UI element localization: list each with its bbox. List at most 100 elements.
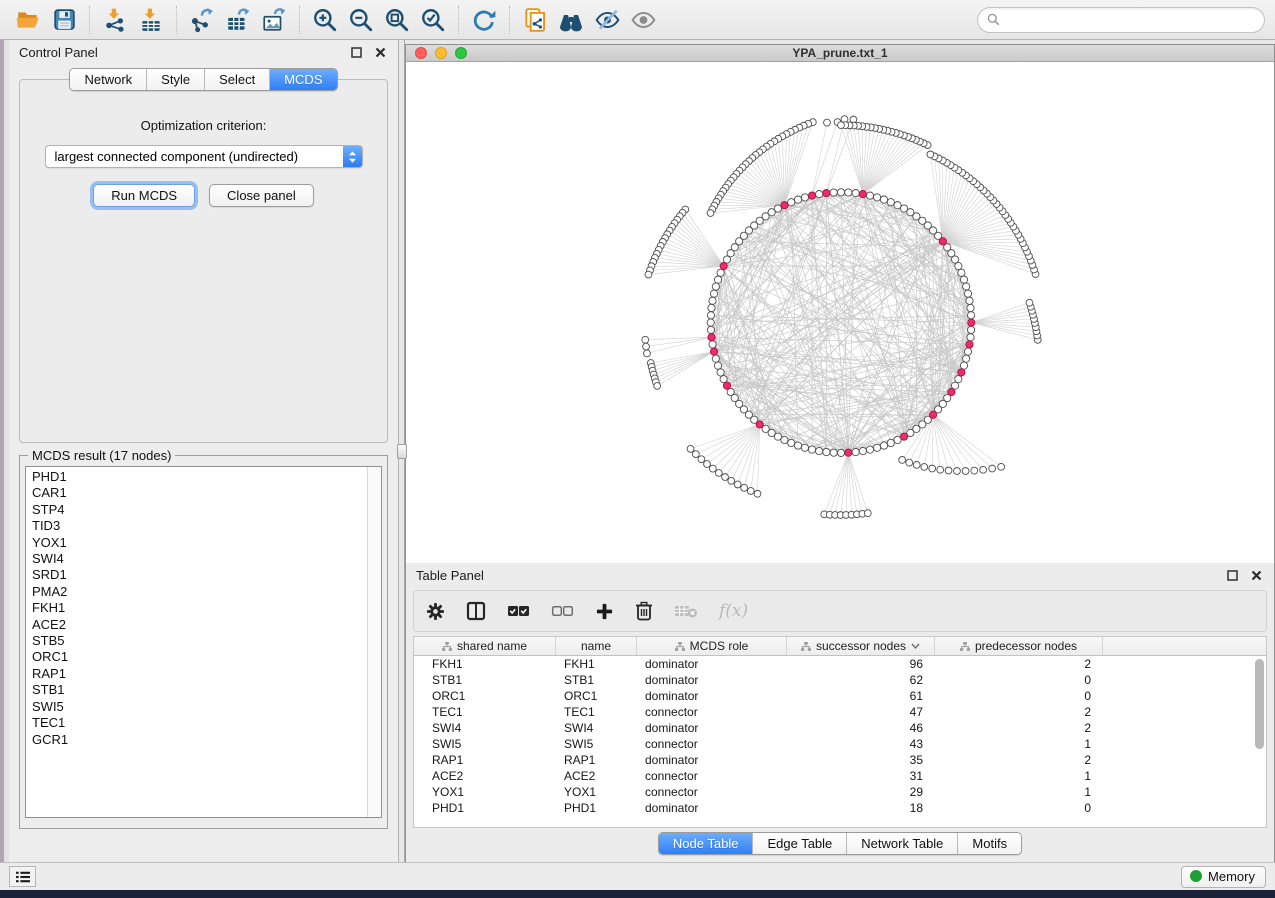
close-panel-button[interactable]: Close panel [209, 184, 314, 207]
zoom-out-button[interactable] [344, 4, 378, 36]
cell-shared_name: FKH1 [414, 656, 556, 672]
table-row[interactable]: PHD1PHD1dominator180 [414, 800, 1266, 816]
mcds-result-item[interactable]: PHD1 [32, 469, 361, 485]
tab-network-table[interactable]: Network Table [846, 833, 957, 854]
import-table-icon [138, 7, 164, 33]
tab-select[interactable]: Select [204, 69, 269, 90]
control-panel-title: Control Panel [19, 45, 98, 60]
deselect-all-rows-button[interactable] [551, 604, 574, 619]
search-field[interactable] [977, 7, 1265, 33]
table-scrollbar-thumb[interactable] [1255, 659, 1264, 749]
column-namespace-icon [960, 642, 970, 651]
mcds-result-item[interactable]: SWI5 [32, 699, 361, 715]
vertical-splitter[interactable] [398, 40, 405, 862]
save-session-button[interactable] [47, 4, 81, 36]
mcds-result-listbox: PHD1CAR1STP4TID3YOX1SWI4SRD1PMA2FKH1ACE2… [25, 466, 382, 818]
column-header-successors[interactable]: successor nodes [787, 637, 935, 655]
tab-node-table[interactable]: Node Table [659, 833, 753, 854]
split-table-button[interactable] [466, 601, 486, 621]
network-graph[interactable] [406, 62, 1274, 563]
close-panel-icon[interactable] [372, 46, 388, 60]
cell-shared_name: SWI4 [414, 720, 556, 736]
mcds-result-item[interactable]: ACE2 [32, 617, 361, 633]
refresh-view-button[interactable] [467, 4, 501, 36]
table-row[interactable]: SWI5SWI5connector431 [414, 736, 1266, 752]
float-panel-icon[interactable] [348, 46, 364, 60]
tab-style[interactable]: Style [146, 69, 204, 90]
table-row[interactable]: YOX1YOX1connector291 [414, 784, 1266, 800]
mcds-result-item[interactable]: STB5 [32, 633, 361, 649]
table-row[interactable]: SWI4SWI4dominator462 [414, 720, 1266, 736]
mcds-result-item[interactable]: SWI4 [32, 551, 361, 567]
select-all-rows-button[interactable] [507, 604, 530, 619]
zoom-fit-button[interactable] [380, 4, 414, 36]
mcds-result-item[interactable]: STP4 [32, 502, 361, 518]
cell-name: SWI5 [556, 736, 637, 752]
toolbar-separator [89, 6, 90, 34]
table-row[interactable]: FKH1FKH1dominator962 [414, 656, 1266, 672]
close-panel-icon[interactable] [1248, 569, 1264, 583]
table-row[interactable]: TEC1TEC1connector472 [414, 704, 1266, 720]
mcds-result-item[interactable]: GCR1 [32, 732, 361, 748]
sort-descending-icon [911, 643, 920, 649]
table-panel: Table Panel [405, 563, 1275, 862]
export-table-button[interactable] [221, 4, 255, 36]
network-window-titlebar[interactable]: YPA_prune.txt_1 [406, 45, 1274, 62]
mcds-result-item[interactable]: TEC1 [32, 715, 361, 731]
task-history-button[interactable] [9, 866, 36, 887]
table-row[interactable]: ORC1ORC1dominator610 [414, 688, 1266, 704]
mcds-result-item[interactable]: ORC1 [32, 649, 361, 665]
tab-mcds[interactable]: MCDS [269, 69, 336, 90]
open-session-button[interactable] [11, 4, 45, 36]
cell-name: STB1 [556, 672, 637, 688]
table-row[interactable]: ACE2ACE2connector311 [414, 768, 1266, 784]
cell-shared_name: YOX1 [414, 784, 556, 800]
cell-successors: 61 [787, 688, 935, 704]
column-header-shared_name[interactable]: shared name [414, 637, 556, 655]
column-label: shared name [457, 639, 527, 653]
cell-role: dominator [637, 720, 787, 736]
tab-edge-table[interactable]: Edge Table [752, 833, 846, 854]
splitter-handle-icon[interactable] [397, 444, 407, 459]
clone-network-button[interactable] [518, 4, 552, 36]
show-hidden-button[interactable] [626, 4, 660, 36]
export-network-button[interactable] [185, 4, 219, 36]
mcds-result-item[interactable]: PMA2 [32, 584, 361, 600]
table-options-gear-button[interactable] [426, 602, 445, 621]
tab-motifs[interactable]: Motifs [957, 833, 1021, 854]
mcds-result-item[interactable]: TID3 [32, 518, 361, 534]
column-header-role[interactable]: MCDS role [637, 637, 787, 655]
network-canvas[interactable] [406, 62, 1274, 563]
hide-selected-button[interactable] [590, 4, 624, 36]
mcds-list-scrollbar[interactable] [367, 467, 381, 817]
zoom-selected-button[interactable] [416, 4, 450, 36]
column-header-name[interactable]: name [556, 637, 637, 655]
column-label: predecessor nodes [975, 639, 1077, 653]
mcds-result-item[interactable]: CAR1 [32, 485, 361, 501]
tab-network[interactable]: Network [70, 69, 146, 90]
show-all-button[interactable] [554, 4, 588, 36]
memory-button[interactable]: Memory [1181, 866, 1266, 888]
table-row[interactable]: RAP1RAP1dominator352 [414, 752, 1266, 768]
cell-name: SWI4 [556, 720, 637, 736]
mcds-result-item[interactable]: FKH1 [32, 600, 361, 616]
delete-column-button[interactable] [635, 601, 653, 621]
zoom-in-button[interactable] [308, 4, 342, 36]
column-header-predecessors[interactable]: predecessor nodes [935, 637, 1103, 655]
import-table-button[interactable] [134, 4, 168, 36]
mcds-result-item[interactable]: YOX1 [32, 535, 361, 551]
import-network-button[interactable] [98, 4, 132, 36]
mcds-result-item[interactable]: STB1 [32, 682, 361, 698]
export-image-icon [261, 7, 287, 33]
add-column-button[interactable] [595, 602, 614, 621]
cell-shared_name: RAP1 [414, 752, 556, 768]
run-mcds-button[interactable]: Run MCDS [93, 184, 195, 207]
criterion-dropdown[interactable]: largest connected component (undirected) [45, 145, 363, 168]
table-row[interactable]: STB1STB1dominator620 [414, 672, 1266, 688]
float-panel-icon[interactable] [1224, 569, 1240, 583]
search-input[interactable] [1005, 13, 1255, 27]
export-image-button[interactable] [257, 4, 291, 36]
mcds-result-item[interactable]: RAP1 [32, 666, 361, 682]
mcds-result-item[interactable]: SRD1 [32, 567, 361, 583]
node-table: shared name nameMCDS rolesuccessor nodes p… [413, 636, 1267, 828]
